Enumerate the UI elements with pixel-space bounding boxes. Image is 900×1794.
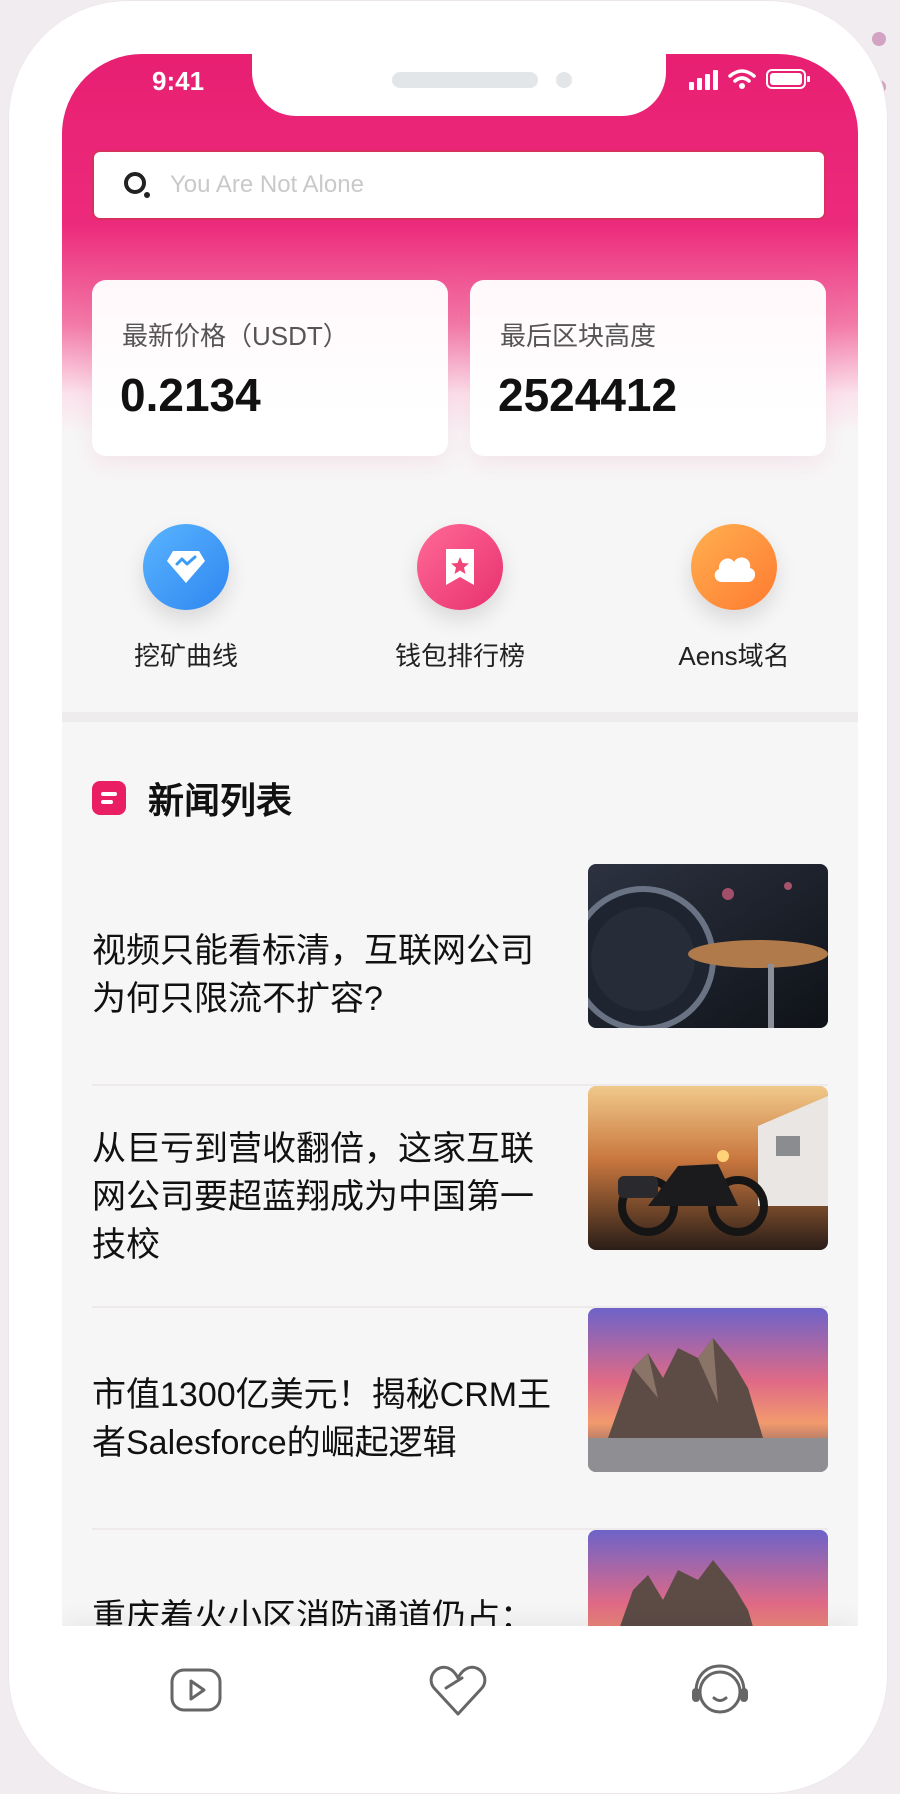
search-bar[interactable] xyxy=(92,150,826,220)
quick-link-label: 挖矿曲线 xyxy=(133,641,238,671)
quick-link-label: 钱包排行榜 xyxy=(394,641,525,671)
speaker-grille xyxy=(392,72,538,88)
news-title: 市值1300亿美元！揭秘CRM王者Salesforce的崛起逻辑 xyxy=(92,1376,552,1462)
news-title: 从巨亏到营收翻倍，这家互联网公司要超蓝翔成为中国第一技校 xyxy=(92,1130,534,1264)
status-time: 9:41 xyxy=(152,66,205,96)
battery-icon xyxy=(766,68,810,90)
quick-link-mining-curve[interactable]: 挖矿曲线 xyxy=(76,524,296,673)
app-screen: 9:41 You Are Not Alone 最新价格（USDT） 0.2134… xyxy=(62,54,858,1756)
news-section-header: 新闻列表 xyxy=(92,772,292,824)
heart-tab-icon[interactable] xyxy=(418,1650,498,1730)
support-tab-icon[interactable] xyxy=(680,1650,760,1730)
mountain-peaks-photo xyxy=(588,1308,828,1472)
block-height-label: 最后区块高度 xyxy=(500,321,657,351)
device-notch xyxy=(252,54,666,116)
phone-frame: 9:41 You Are Not Alone 最新价格（USDT） 0.2134… xyxy=(8,0,888,1794)
diamond-chart-icon xyxy=(143,524,229,610)
signal-icon xyxy=(689,70,718,90)
bottom-tab-bar xyxy=(62,1626,858,1756)
status-icons xyxy=(689,68,810,90)
quick-link-label: Aens域名 xyxy=(678,641,790,671)
cloud-icon xyxy=(691,524,777,610)
camera-dot xyxy=(556,72,572,88)
news-item[interactable]: 视频只能看标清，互联网公司为何只限流不扩容? xyxy=(92,864,828,1086)
quick-link-wallet-ranking[interactable]: 钱包排行榜 xyxy=(350,524,570,673)
price-label: 最新价格（USDT） xyxy=(122,321,349,351)
search-input[interactable] xyxy=(168,170,772,200)
video-tab-icon[interactable] xyxy=(156,1650,236,1730)
news-item[interactable]: 市值1300亿美元！揭秘CRM王者Salesforce的崛起逻辑 xyxy=(92,1308,828,1530)
news-item[interactable]: 从巨亏到营收翻倍，这家互联网公司要超蓝翔成为中国第一技校 xyxy=(92,1086,828,1308)
drum-kit-photo xyxy=(588,864,828,1028)
news-section-title: 新闻列表 xyxy=(148,780,293,821)
bookmark-star-icon xyxy=(417,524,503,610)
quick-link-aens-domain[interactable]: Aens域名 xyxy=(624,524,844,673)
news-title: 视频只能看标清，互联网公司为何只限流不扩容? xyxy=(92,932,534,1018)
decor-dot xyxy=(872,32,886,46)
price-card[interactable]: 最新价格（USDT） 0.2134 xyxy=(92,280,448,456)
wifi-icon xyxy=(728,68,756,90)
section-divider xyxy=(62,712,858,722)
block-height-card[interactable]: 最后区块高度 2524412 xyxy=(470,280,826,456)
search-icon xyxy=(122,170,152,200)
block-height-value: 2524412 xyxy=(498,369,678,421)
price-value: 0.2134 xyxy=(120,369,261,421)
motorcycle-sunset-photo xyxy=(588,1086,828,1250)
list-icon xyxy=(92,781,126,815)
